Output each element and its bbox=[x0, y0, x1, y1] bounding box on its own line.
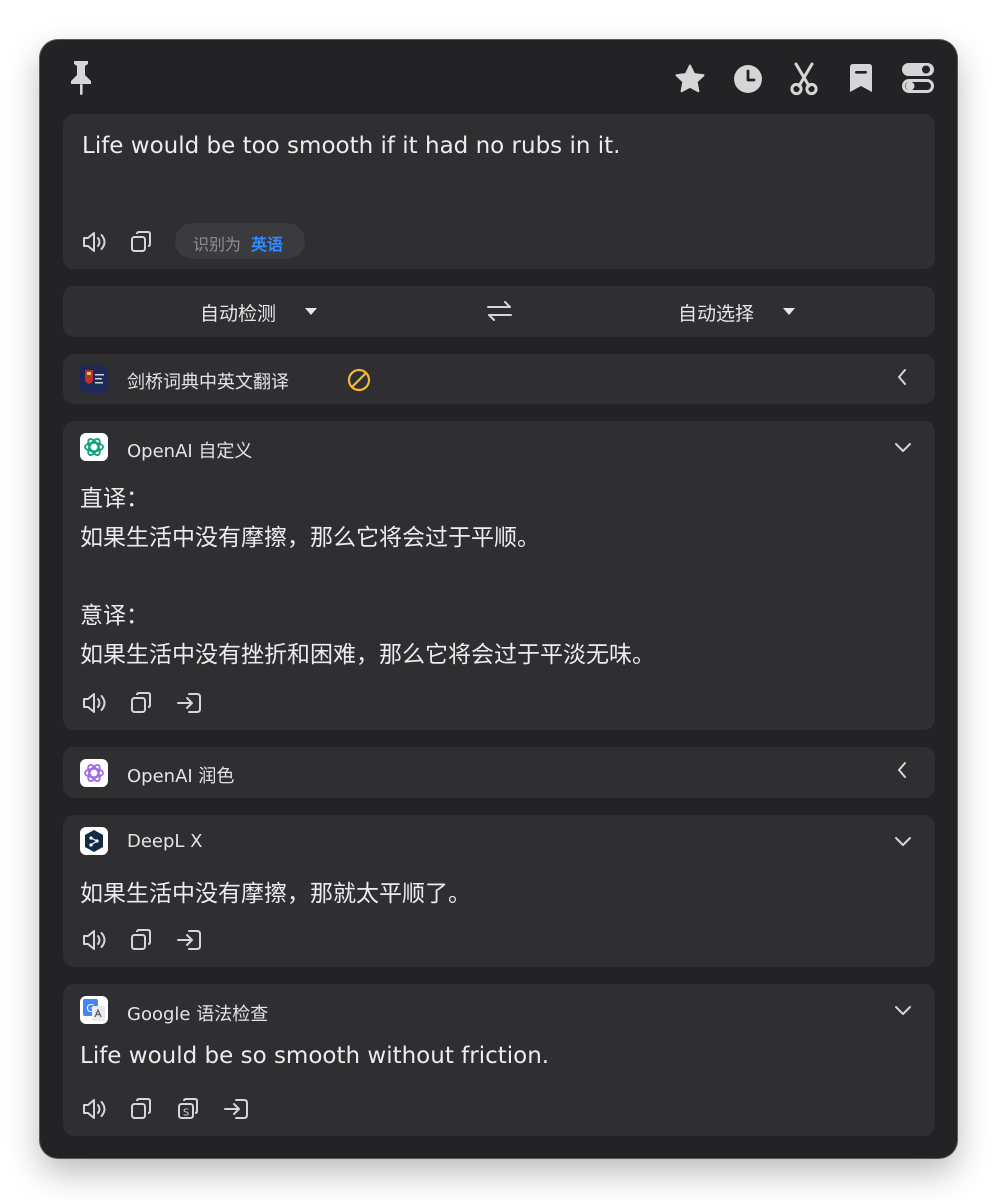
service-title: 剑桥词典中英文翻译 bbox=[127, 372, 289, 393]
speaker-icon[interactable] bbox=[82, 691, 110, 715]
service-title: Google 语法检查 bbox=[127, 1004, 269, 1025]
service-card-openai-polish[interactable]: OpenAI 润色 bbox=[63, 747, 935, 798]
result-text[interactable]: 如果生活中没有摩擦，那就太平顺了。 bbox=[80, 874, 471, 908]
deepl-logo-icon bbox=[80, 827, 108, 855]
service-title: DeepL X bbox=[127, 831, 203, 852]
speaker-icon[interactable] bbox=[82, 1097, 110, 1121]
svg-text:S: S bbox=[183, 1108, 189, 1119]
service-card-deepl: DeepL X 如果生活中没有摩擦，那就太平顺了。 bbox=[63, 815, 935, 967]
chevron-left-icon[interactable] bbox=[895, 760, 909, 780]
result-line[interactable]: 直译： bbox=[80, 479, 149, 513]
target-language-select[interactable]: 自动选择 bbox=[678, 286, 813, 337]
service-card-google: G Google 语法检查 Life would be so smooth wi… bbox=[63, 984, 935, 1136]
chevron-down-icon[interactable] bbox=[893, 440, 913, 454]
star-icon[interactable] bbox=[674, 63, 706, 95]
source-language-label: 自动检测 bbox=[200, 303, 277, 325]
service-card-cambridge[interactable]: 剑桥词典中英文翻译 bbox=[63, 354, 935, 404]
speaker-icon[interactable] bbox=[82, 928, 110, 952]
insert-icon[interactable] bbox=[223, 1097, 249, 1121]
result-line[interactable]: 意译： bbox=[80, 596, 149, 630]
target-language-label: 自动选择 bbox=[678, 303, 755, 325]
result-line[interactable]: 如果生活中没有摩擦，那么它将会过于平顺。 bbox=[80, 518, 540, 552]
pin-icon[interactable] bbox=[68, 58, 94, 96]
history-clock-icon[interactable] bbox=[732, 63, 764, 95]
source-text[interactable]: Life would be too smooth if it had no ru… bbox=[82, 133, 620, 159]
unavailable-icon bbox=[347, 368, 371, 392]
copy-icon[interactable] bbox=[129, 230, 153, 254]
language-selector-bar: 自动检测 自动选择 bbox=[63, 286, 935, 337]
insert-icon[interactable] bbox=[176, 691, 202, 715]
chevron-down-icon bbox=[305, 308, 317, 315]
result-text[interactable]: Life would be so smooth without friction… bbox=[80, 1043, 549, 1069]
copy-icon[interactable] bbox=[129, 928, 153, 952]
speaker-icon[interactable] bbox=[82, 230, 110, 254]
scissors-icon[interactable] bbox=[789, 62, 819, 96]
source-input-card[interactable]: Life would be too smooth if it had no ru… bbox=[63, 114, 935, 269]
result-line[interactable]: 如果生活中没有挫折和困难，那么它将会过于平淡无味。 bbox=[80, 635, 655, 669]
service-title: OpenAI 润色 bbox=[127, 766, 235, 787]
cambridge-logo-icon bbox=[80, 365, 108, 393]
copy-icon[interactable] bbox=[129, 691, 153, 715]
detected-language-badge[interactable]: 识别为 英语 bbox=[175, 223, 305, 259]
toggle-settings-icon[interactable] bbox=[901, 62, 935, 94]
service-title: OpenAI 自定义 bbox=[127, 441, 253, 462]
detected-language[interactable]: 英语 bbox=[251, 231, 283, 255]
replace-icon[interactable]: S bbox=[176, 1097, 200, 1121]
openai-logo-icon bbox=[80, 433, 108, 461]
chevron-down-icon bbox=[783, 308, 795, 315]
swap-arrows-icon[interactable] bbox=[486, 300, 513, 322]
chevron-down-icon[interactable] bbox=[893, 834, 913, 848]
chevron-down-icon[interactable] bbox=[893, 1003, 913, 1017]
detected-prefix: 识别为 bbox=[193, 235, 242, 254]
google-translate-logo-icon: G bbox=[80, 996, 108, 1024]
translator-window: Life would be too smooth if it had no ru… bbox=[40, 40, 957, 1158]
openai-polish-logo-icon bbox=[80, 759, 108, 787]
service-card-openai-custom: OpenAI 自定义 直译： 如果生活中没有摩擦，那么它将会过于平顺。 意译： … bbox=[63, 421, 935, 730]
insert-icon[interactable] bbox=[176, 928, 202, 952]
copy-icon[interactable] bbox=[129, 1097, 153, 1121]
bookmark-icon[interactable] bbox=[848, 62, 874, 94]
source-language-select[interactable]: 自动检测 bbox=[200, 286, 335, 337]
chevron-left-icon[interactable] bbox=[895, 367, 909, 387]
